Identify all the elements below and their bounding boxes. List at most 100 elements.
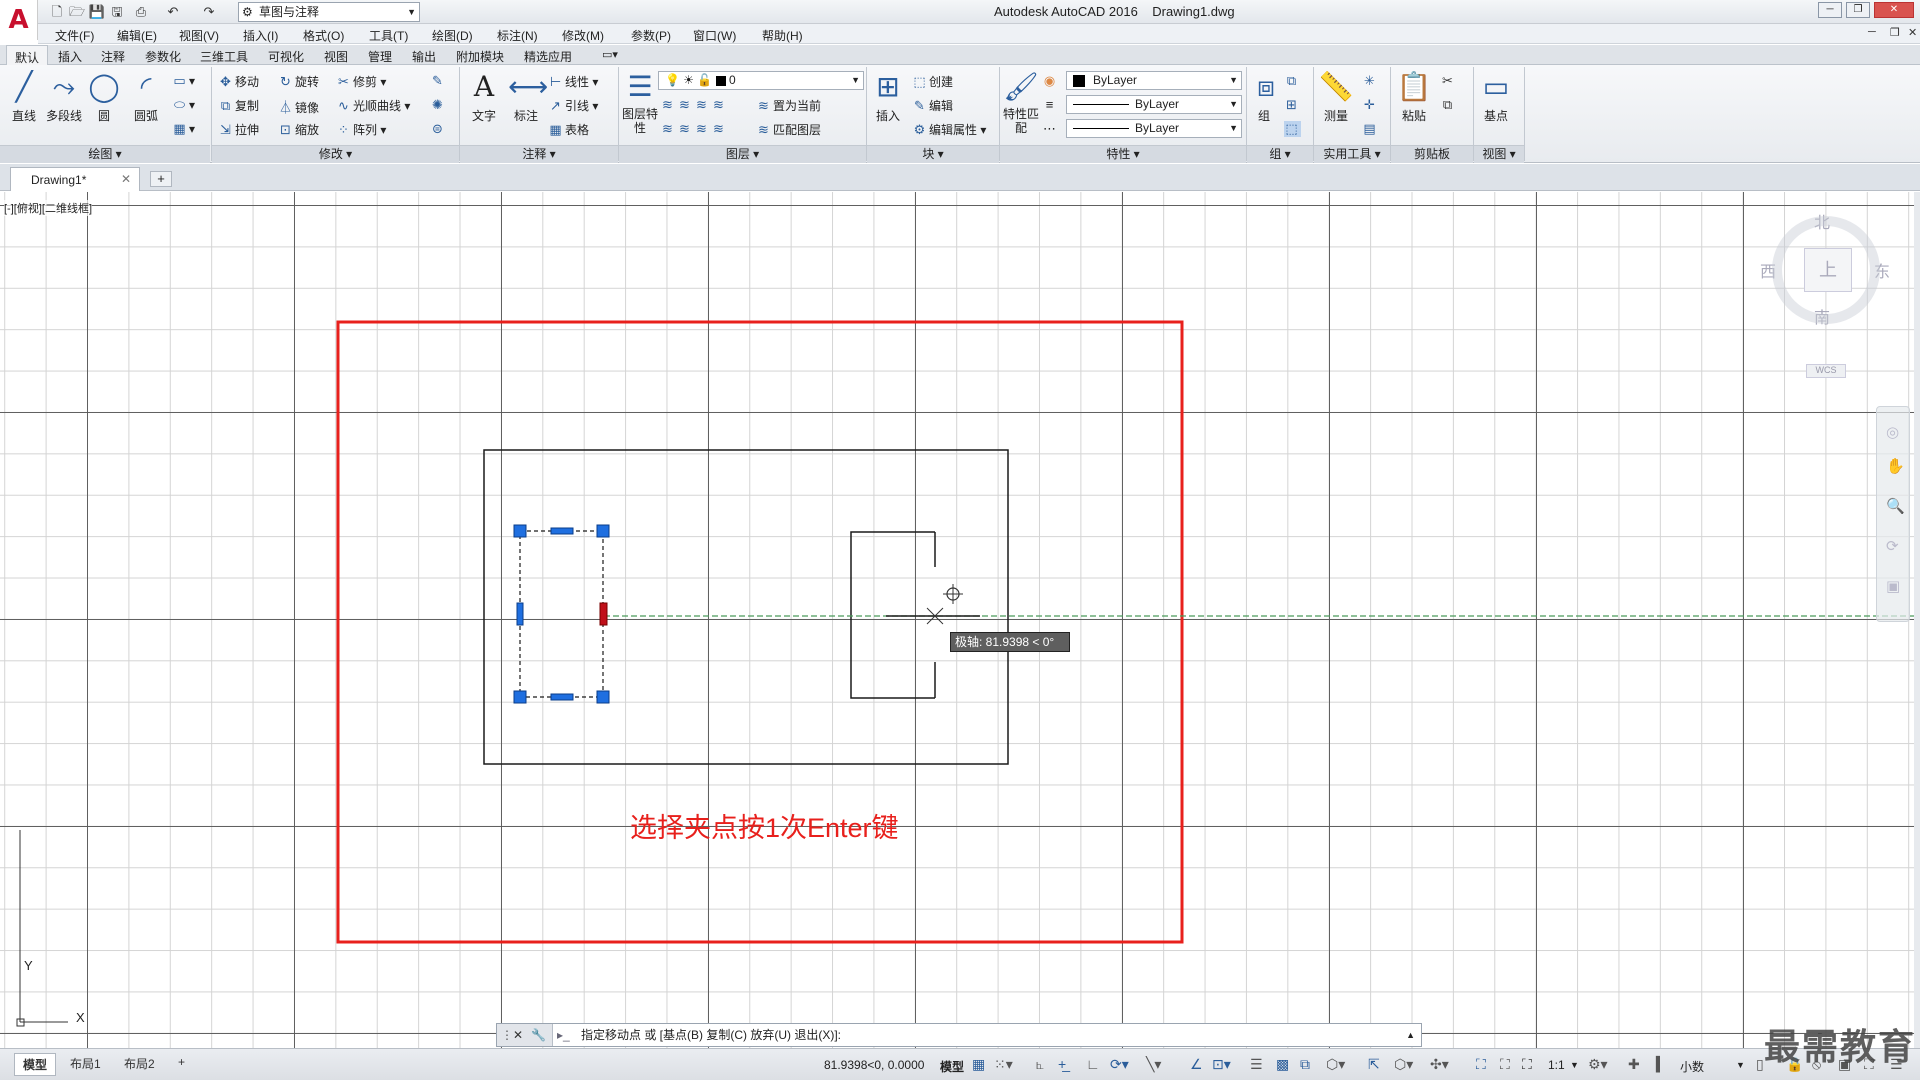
- trim-tool[interactable]: ✂ 修剪 ▾: [336, 73, 386, 90]
- linear-dim-tool[interactable]: ⊢ 线性 ▾: [548, 73, 599, 90]
- hatch-icon[interactable]: ▦ ▾: [172, 121, 195, 137]
- leader-tool[interactable]: ↗ 引线 ▾: [548, 97, 598, 114]
- group-edit-icon[interactable]: ⊞: [1284, 97, 1301, 113]
- tab-annotate[interactable]: 注释: [101, 48, 125, 65]
- coordinate-readout[interactable]: 81.9398<0, 0.0000: [824, 1058, 924, 1072]
- file-tab-drawing1[interactable]: Drawing1* ✕: [10, 167, 140, 191]
- match-layer-tool[interactable]: ≋ 匹配图层: [756, 121, 821, 138]
- object-snap-icon[interactable]: ⊡▾: [1212, 1056, 1231, 1073]
- lineweight-icon[interactable]: ≡: [1042, 97, 1059, 112]
- annotation-monitor-icon[interactable]: ✚: [1628, 1056, 1640, 1073]
- tab-addins[interactable]: 附加模块: [456, 48, 504, 65]
- tab-model[interactable]: 模型: [14, 1053, 57, 1076]
- block-panel-title[interactable]: 块 ▾: [867, 145, 999, 163]
- clipboard-panel-title[interactable]: 剪贴板: [1391, 145, 1473, 163]
- units-readout[interactable]: 小数: [1680, 1058, 1704, 1075]
- menu-format[interactable]: 格式(O): [303, 27, 344, 44]
- dimension-tool[interactable]: ⟷ 标注: [506, 69, 548, 124]
- modify-panel-title[interactable]: 修改 ▾: [212, 145, 459, 163]
- units-icon[interactable]: ▍: [1656, 1056, 1667, 1073]
- polyline-tool[interactable]: ⤳ 多段线: [42, 69, 86, 124]
- workspace-dropdown[interactable]: ⚙ 草图与注释 ▼: [238, 2, 420, 22]
- add-layout-icon[interactable]: +: [170, 1053, 193, 1071]
- base-point-tool[interactable]: ▭ 基点: [1476, 69, 1516, 124]
- ellipse-icon[interactable]: ⬭ ▾: [172, 97, 195, 113]
- view-panel-title[interactable]: 视图 ▾: [1474, 145, 1524, 163]
- quick-select-icon[interactable]: ✳: [1362, 73, 1379, 89]
- layer-dropdown[interactable]: 💡 ☀ 🔓 0 ▼: [658, 71, 864, 90]
- tab-insert[interactable]: 插入: [58, 48, 82, 65]
- menu-help[interactable]: 帮助(H): [762, 27, 803, 44]
- layer-properties-tool[interactable]: ☰ 图层特性: [620, 69, 660, 135]
- drawing-canvas[interactable]: [-][俯视][二维线框] Y X 极轴: 81.9398 < 0° 选择夹点按…: [0, 192, 1920, 1048]
- group-tool[interactable]: ⧈ 组: [1248, 69, 1280, 124]
- command-prompt-text[interactable]: 指定移动点 或 [基点(B) 复制(C) 放弃(U) 退出(X)]:: [581, 1024, 841, 1046]
- selection-cycling-icon[interactable]: ⧉: [1300, 1056, 1310, 1073]
- undo-icon[interactable]: ↶: [164, 3, 182, 21]
- menu-file[interactable]: 文件(F): [55, 27, 94, 44]
- chevron-down-icon[interactable]: ▼: [1736, 1060, 1745, 1070]
- line-tool[interactable]: ╱ 直线: [4, 69, 44, 124]
- minimize-button[interactable]: ─: [1818, 2, 1842, 18]
- move-tool[interactable]: ✥ 移动: [218, 73, 259, 90]
- new-tab-button[interactable]: +: [150, 171, 172, 187]
- tab-featured-apps[interactable]: 精选应用: [524, 48, 572, 65]
- mirror-tool[interactable]: ⏃ 镜像: [278, 97, 319, 116]
- new-file-icon[interactable]: 🗋: [48, 3, 66, 21]
- isodraft-icon[interactable]: ╲▾: [1146, 1056, 1161, 1073]
- tab-output[interactable]: 输出: [412, 48, 436, 65]
- tab-layout1[interactable]: 布局1: [62, 1053, 109, 1074]
- 3d-osnap-icon[interactable]: ⬡▾: [1326, 1056, 1345, 1073]
- stretch-tool[interactable]: ⇲ 拉伸: [218, 121, 259, 138]
- app-menu-button[interactable]: A: [0, 0, 38, 40]
- explode-icon[interactable]: ✺: [430, 97, 447, 113]
- linetype-icon[interactable]: ⋯: [1042, 121, 1059, 137]
- dynamic-ucs-icon[interactable]: ⇱: [1368, 1056, 1380, 1073]
- tab-default[interactable]: 默认: [6, 45, 49, 66]
- zoom-icon[interactable]: 🔍: [1886, 497, 1905, 515]
- menu-edit[interactable]: 编辑(E): [117, 27, 157, 44]
- menu-modify[interactable]: 修改(M): [562, 27, 604, 44]
- doc-close-icon[interactable]: ✕: [1908, 26, 1917, 39]
- array-tool[interactable]: ⁘ 阵列 ▾: [336, 121, 386, 138]
- dynamic-input-icon[interactable]: +̲: [1058, 1056, 1066, 1072]
- draw-panel-title[interactable]: 绘图 ▾: [0, 145, 210, 163]
- linetype-dropdown[interactable]: ByLayer ▼: [1066, 95, 1242, 114]
- lineweight-display-icon[interactable]: ☰: [1250, 1056, 1263, 1073]
- menu-view[interactable]: 视图(V): [179, 27, 219, 44]
- tab-manage[interactable]: 管理: [368, 48, 392, 65]
- infer-constraints-icon[interactable]: ⦜: [1036, 1056, 1044, 1073]
- steering-wheel-icon[interactable]: ◎: [1886, 423, 1899, 441]
- command-history-icon[interactable]: ▲: [1406, 1024, 1415, 1046]
- match-properties-tool[interactable]: 🖌 特性匹配: [1002, 69, 1040, 135]
- doc-minimize-icon[interactable]: ─: [1868, 26, 1876, 38]
- properties-panel-title[interactable]: 特性 ▾: [1000, 145, 1246, 163]
- layer-freeze-icons[interactable]: ≋ ≋ ≋ ≋: [660, 121, 728, 137]
- annotation-visibility-icon[interactable]: ⛶: [1476, 1056, 1486, 1073]
- menu-parametric[interactable]: 参数(P): [631, 27, 671, 44]
- tab-view[interactable]: 视图: [324, 48, 348, 65]
- close-cmd-icon[interactable]: ✕: [513, 1024, 523, 1046]
- open-file-icon[interactable]: 🗁: [68, 3, 86, 21]
- id-point-icon[interactable]: ✛: [1362, 97, 1379, 113]
- circle-tool[interactable]: ◯ 圆: [86, 69, 122, 124]
- layers-panel-title[interactable]: 图层 ▾: [619, 145, 866, 163]
- wcs-menu[interactable]: WCS: [1806, 364, 1846, 378]
- maximize-button[interactable]: ❐: [1846, 2, 1870, 18]
- auto-scale-icon[interactable]: ⛶: [1500, 1056, 1510, 1073]
- group-panel-title[interactable]: 组 ▾: [1247, 145, 1313, 163]
- layer-isolate-icons[interactable]: ≋ ≋ ≋ ≋: [660, 97, 728, 113]
- scale-tool[interactable]: ⊡ 缩放: [278, 121, 319, 138]
- menu-insert[interactable]: 插入(I): [243, 27, 278, 44]
- annotation-scale[interactable]: 1:1: [1548, 1058, 1565, 1072]
- snap-icon[interactable]: ⁙▾: [994, 1056, 1013, 1073]
- viewcube[interactable]: 北 西 东 南 上 WCS: [1756, 192, 1896, 378]
- insert-block-tool[interactable]: ⊞ 插入: [868, 69, 908, 124]
- calculator-icon[interactable]: ▤: [1362, 121, 1379, 137]
- table-tool[interactable]: ▦ 表格: [548, 121, 589, 138]
- rotate-tool[interactable]: ↻ 旋转: [278, 73, 319, 90]
- lineweight-dropdown[interactable]: ByLayer ▼: [1066, 119, 1242, 138]
- workspace-switch-icon[interactable]: ⚙▾: [1588, 1056, 1608, 1073]
- polar-tracking-icon[interactable]: ⟳▾: [1110, 1056, 1129, 1073]
- color-wheel-icon[interactable]: ◉: [1042, 73, 1059, 89]
